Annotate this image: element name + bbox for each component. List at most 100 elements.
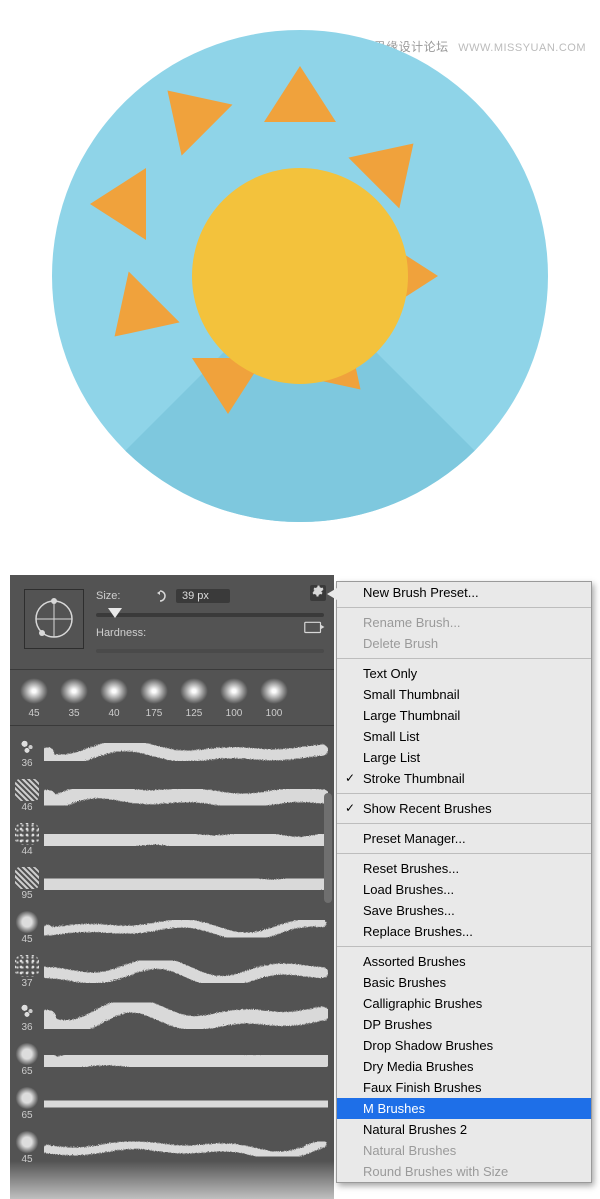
- brush-list-row[interactable]: 65: [14, 1082, 328, 1126]
- menu-large-list[interactable]: Large List: [337, 747, 591, 768]
- brush-swatch-icon: [97, 676, 131, 706]
- recent-brush-cell[interactable]: 100: [214, 676, 254, 719]
- sun-ray-icon: [142, 65, 233, 156]
- recent-brush-cell[interactable]: 40: [94, 676, 134, 719]
- brush-stroke-preview: [44, 998, 328, 1034]
- brush-stroke-preview: [44, 778, 328, 814]
- brush-tip-cell: 37: [14, 955, 40, 989]
- recent-brushes: 45 35 40 175 125 100 100: [10, 670, 334, 726]
- hardness-row: Hardness:: [96, 627, 324, 639]
- menu-preset-manager[interactable]: Preset Manager...: [337, 828, 591, 849]
- brush-list-row[interactable]: 37: [14, 950, 328, 994]
- brush-settings: Size: 39 px Hardness:: [10, 575, 334, 670]
- recent-brush-size: 175: [146, 708, 163, 719]
- menu-basic-brushes[interactable]: Basic Brushes: [337, 972, 591, 993]
- menu-save-brushes[interactable]: Save Brushes...: [337, 900, 591, 921]
- menu-dp-brushes[interactable]: DP Brushes: [337, 1014, 591, 1035]
- brush-list-row[interactable]: 46: [14, 774, 328, 818]
- menu-stroke-thumbnail[interactable]: Stroke Thumbnail: [337, 768, 591, 789]
- brush-tip-cell: 36: [14, 735, 40, 769]
- brush-stroke-list: 36 46 44 95: [10, 726, 334, 1199]
- brush-list-row[interactable]: 36: [14, 994, 328, 1038]
- recent-brush-cell[interactable]: 35: [54, 676, 94, 719]
- reset-size-icon[interactable]: [154, 590, 168, 602]
- brush-size-label: 65: [21, 1110, 32, 1121]
- menu-replace-brushes[interactable]: Replace Brushes...: [337, 921, 591, 942]
- menu-m-brushes[interactable]: M Brushes: [337, 1098, 591, 1119]
- brush-list-row[interactable]: 65: [14, 1038, 328, 1082]
- menu-faux-finish-brushes[interactable]: Faux Finish Brushes: [337, 1077, 591, 1098]
- recent-brush-cell[interactable]: 45: [14, 676, 54, 719]
- brush-stroke-preview: [44, 1130, 328, 1166]
- brush-list-row[interactable]: 95: [14, 862, 328, 906]
- sun-illustration: [52, 30, 548, 522]
- menu-show-recent-brushes[interactable]: Show Recent Brushes: [337, 798, 591, 819]
- brush-tip-cell: 65: [14, 1043, 40, 1077]
- menu-new-brush-preset[interactable]: New Brush Preset...: [337, 582, 591, 603]
- recent-brush-size: 100: [226, 708, 243, 719]
- panel-menu-button[interactable]: [310, 585, 326, 601]
- sun-ray-icon: [90, 168, 146, 240]
- brush-swatch-icon: [57, 676, 91, 706]
- size-value[interactable]: 39 px: [176, 589, 230, 603]
- brush-tip-icon: [15, 867, 39, 889]
- brush-tip-cell: 65: [14, 1087, 40, 1121]
- brush-size-label: 37: [21, 978, 32, 989]
- brush-swatch-icon: [137, 676, 171, 706]
- menu-small-list[interactable]: Small List: [337, 726, 591, 747]
- hardness-track: [96, 649, 324, 653]
- menu-load-brushes[interactable]: Load Brushes...: [337, 879, 591, 900]
- recent-brush-cell[interactable]: 175: [134, 676, 174, 719]
- brush-list-row[interactable]: 36: [14, 730, 328, 774]
- menu-assorted-brushes[interactable]: Assorted Brushes: [337, 951, 591, 972]
- brush-tip-icon: [15, 735, 39, 757]
- brush-tip-cell: 44: [14, 823, 40, 857]
- brush-stroke-preview: [44, 954, 328, 990]
- brush-swatch-icon: [257, 676, 291, 706]
- menu-text-only[interactable]: Text Only: [337, 663, 591, 684]
- sun-ray-icon: [89, 271, 180, 362]
- recent-brush-size: 125: [186, 708, 203, 719]
- hardness-slider[interactable]: [96, 649, 324, 653]
- menu-drop-shadow-brushes[interactable]: Drop Shadow Brushes: [337, 1035, 591, 1056]
- brush-tip-icon: [15, 1043, 39, 1065]
- size-track[interactable]: [96, 613, 324, 617]
- brush-list-row[interactable]: 45: [14, 1126, 328, 1170]
- new-document-icon[interactable]: [304, 619, 326, 635]
- slider-thumb-icon[interactable]: [108, 608, 122, 618]
- brush-tip-cell: 46: [14, 779, 40, 813]
- menu-natural-brushes-2[interactable]: Natural Brushes 2: [337, 1119, 591, 1140]
- brush-size-label: 45: [21, 1154, 32, 1165]
- menu-small-thumbnail[interactable]: Small Thumbnail: [337, 684, 591, 705]
- recent-brush-cell[interactable]: 100: [254, 676, 294, 719]
- size-slider[interactable]: [96, 613, 324, 617]
- brush-list-scrollbar[interactable]: [324, 763, 332, 1199]
- recent-brush-cell[interactable]: 125: [174, 676, 214, 719]
- brush-stroke-preview: [44, 910, 328, 946]
- size-row: Size: 39 px: [96, 589, 324, 603]
- brush-size-label: 44: [21, 846, 32, 857]
- menu-round-brushes-size[interactable]: Round Brushes with Size: [337, 1161, 591, 1182]
- brush-tip-preview[interactable]: [24, 589, 84, 649]
- brush-tip-icon: [15, 955, 39, 977]
- recent-brush-size: 100: [266, 708, 283, 719]
- brush-size-label: 65: [21, 1066, 32, 1077]
- brush-size-label: 36: [21, 1022, 32, 1033]
- brush-list-row[interactable]: 44: [14, 818, 328, 862]
- brush-stroke-preview: [44, 734, 328, 770]
- scrollbar-thumb[interactable]: [324, 793, 332, 903]
- menu-dry-media-brushes[interactable]: Dry Media Brushes: [337, 1056, 591, 1077]
- menu-large-thumbnail[interactable]: Large Thumbnail: [337, 705, 591, 726]
- menu-natural-brushes[interactable]: Natural Brushes: [337, 1140, 591, 1161]
- brush-list-row[interactable]: 45: [14, 906, 328, 950]
- sun-ray-icon: [264, 66, 336, 122]
- menu-calligraphic-brushes[interactable]: Calligraphic Brushes: [337, 993, 591, 1014]
- size-label: Size:: [96, 590, 146, 602]
- brush-size-label: 46: [21, 802, 32, 813]
- brush-tip-icon: [15, 779, 39, 801]
- brush-tip-icon: [15, 1087, 39, 1109]
- brush-tip-cell: 36: [14, 999, 40, 1033]
- brush-swatch-icon: [217, 676, 251, 706]
- menu-reset-brushes[interactable]: Reset Brushes...: [337, 858, 591, 879]
- brush-flyout-menu: New Brush Preset... Rename Brush... Dele…: [336, 581, 592, 1183]
